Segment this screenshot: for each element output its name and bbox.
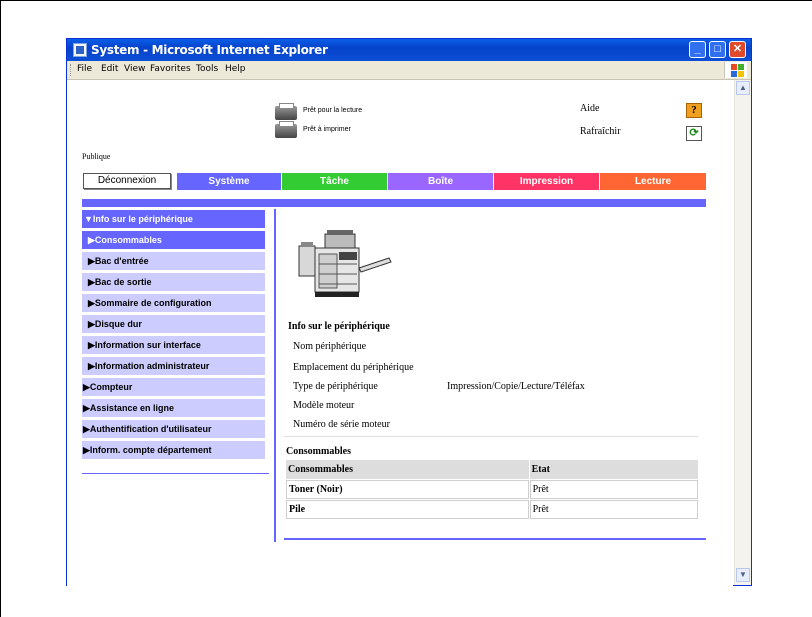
table-row: Toner (Noir) Prêt — [286, 480, 698, 499]
status-read: Prêt pour la lecture — [303, 107, 363, 114]
device-type-value: Impression/Copie/Lecture/Téléfax — [447, 381, 585, 392]
sidebar-item-consumables[interactable]: ▶Consommables — [82, 231, 265, 252]
multifunction-printer-image — [298, 230, 392, 297]
scanner-status-icon — [275, 103, 297, 120]
table-row: Pile Prêt — [286, 500, 698, 519]
table-header-row: Consommables Etat — [286, 460, 698, 479]
sidebar-item-input-tray[interactable]: ▶Bac d'entrée — [82, 252, 265, 273]
vertical-scrollbar[interactable]: ▲ ▼ — [734, 80, 751, 585]
menu-favorites[interactable]: Favorites — [150, 64, 191, 74]
consumable-name-cell: Toner (Noir) — [286, 480, 529, 499]
status-print: Prêt à imprimer — [303, 126, 351, 133]
consumable-name-cell: Pile — [286, 500, 529, 519]
tab-impression[interactable]: Impression — [494, 173, 599, 190]
ie-app-icon — [73, 43, 87, 57]
engine-serial-label: Numéro de série moteur — [293, 419, 390, 430]
browser-window: System - Microsoft Internet Explorer _ □… — [66, 38, 752, 586]
help-link[interactable]: Aide — [580, 103, 599, 114]
scroll-up-icon[interactable]: ▲ — [736, 81, 750, 95]
page-frame-top — [0, 0, 812, 1]
printer-status-icon — [275, 121, 297, 138]
minimize-button[interactable]: _ — [689, 41, 706, 58]
consumable-status-cell: Prêt — [529, 480, 698, 499]
sidebar-item-user-auth[interactable]: ▶Authentification d'utilisateur — [82, 420, 265, 441]
menu-tools[interactable]: Tools — [196, 64, 218, 74]
menu-edit[interactable]: Edit — [101, 64, 118, 74]
tab-boite[interactable]: Boîte — [388, 173, 493, 190]
window-title: System - Microsoft Internet Explorer — [91, 43, 328, 57]
content-divider — [274, 209, 276, 542]
refresh-icon[interactable]: ⟳ — [686, 126, 702, 141]
sidebar-item-interface-info[interactable]: ▶Information sur interface — [82, 336, 265, 357]
sidebar-item-admin-info[interactable]: ▶Information administrateur — [82, 357, 265, 378]
sidebar-item-online-assistance[interactable]: ▶Assistance en ligne — [82, 399, 265, 420]
consumables-title: Consommables — [286, 446, 352, 457]
page-content: Prêt pour la lecture Prêt à imprimer Aid… — [67, 80, 733, 586]
sidebar-item-output-tray[interactable]: ▶Bac de sortie — [82, 273, 265, 294]
close-button[interactable]: ✕ — [729, 41, 746, 58]
sidebar-item-dept-account[interactable]: ▶Inform. compte département — [82, 441, 265, 462]
tab-lecture[interactable]: Lecture — [600, 173, 706, 190]
consumable-status-cell: Prêt — [529, 500, 698, 519]
sidebar-item-device-info[interactable]: ▼Info sur le périphérique — [82, 210, 265, 231]
toolbar-grip[interactable] — [70, 64, 73, 76]
consumables-table: Consommables Etat Toner (Noir) Prêt Pile… — [285, 459, 699, 520]
column-header: Consommables — [286, 460, 529, 479]
menu-help[interactable]: Help — [225, 64, 246, 74]
device-location-label: Emplacement du périphérique — [293, 362, 414, 373]
menu-file[interactable]: File — [77, 64, 92, 74]
device-name-label: Nom périphérique — [293, 341, 367, 352]
tab-systeme[interactable]: Système — [177, 173, 281, 190]
device-info-title: Info sur le périphérique — [288, 321, 390, 332]
sidebar-bottom-line — [82, 473, 269, 474]
refresh-link[interactable]: Rafraîchir — [580, 126, 621, 137]
sidebar-item-counter[interactable]: ▶Compteur — [82, 378, 265, 399]
scroll-down-icon[interactable]: ▼ — [736, 568, 750, 582]
logout-button[interactable]: Déconnexion — [83, 173, 171, 189]
sidebar-item-hard-disk[interactable]: ▶Disque dur — [82, 315, 265, 336]
tab-tache[interactable]: Tâche — [282, 173, 387, 190]
nav-separator-bar — [82, 199, 706, 207]
menu-bar: File Edit View Favorites Tools Help — [67, 61, 751, 80]
help-icon[interactable]: ? — [686, 103, 702, 118]
device-type-label: Type de périphérique — [293, 381, 378, 392]
maximize-button[interactable]: □ — [709, 41, 726, 58]
content-bottom-line — [284, 538, 706, 540]
title-bar[interactable]: System - Microsoft Internet Explorer _ □… — [67, 39, 751, 61]
section-divider — [284, 436, 698, 437]
sidebar-item-config-summary[interactable]: ▶Sommaire de configuration — [82, 294, 265, 315]
column-header: Etat — [529, 460, 698, 479]
engine-model-label: Modèle moteur — [293, 400, 355, 411]
windows-logo-icon — [724, 62, 747, 78]
page-frame-left — [0, 0, 1, 617]
user-mode-label: Publique — [82, 152, 111, 161]
menu-view[interactable]: View — [124, 64, 145, 74]
